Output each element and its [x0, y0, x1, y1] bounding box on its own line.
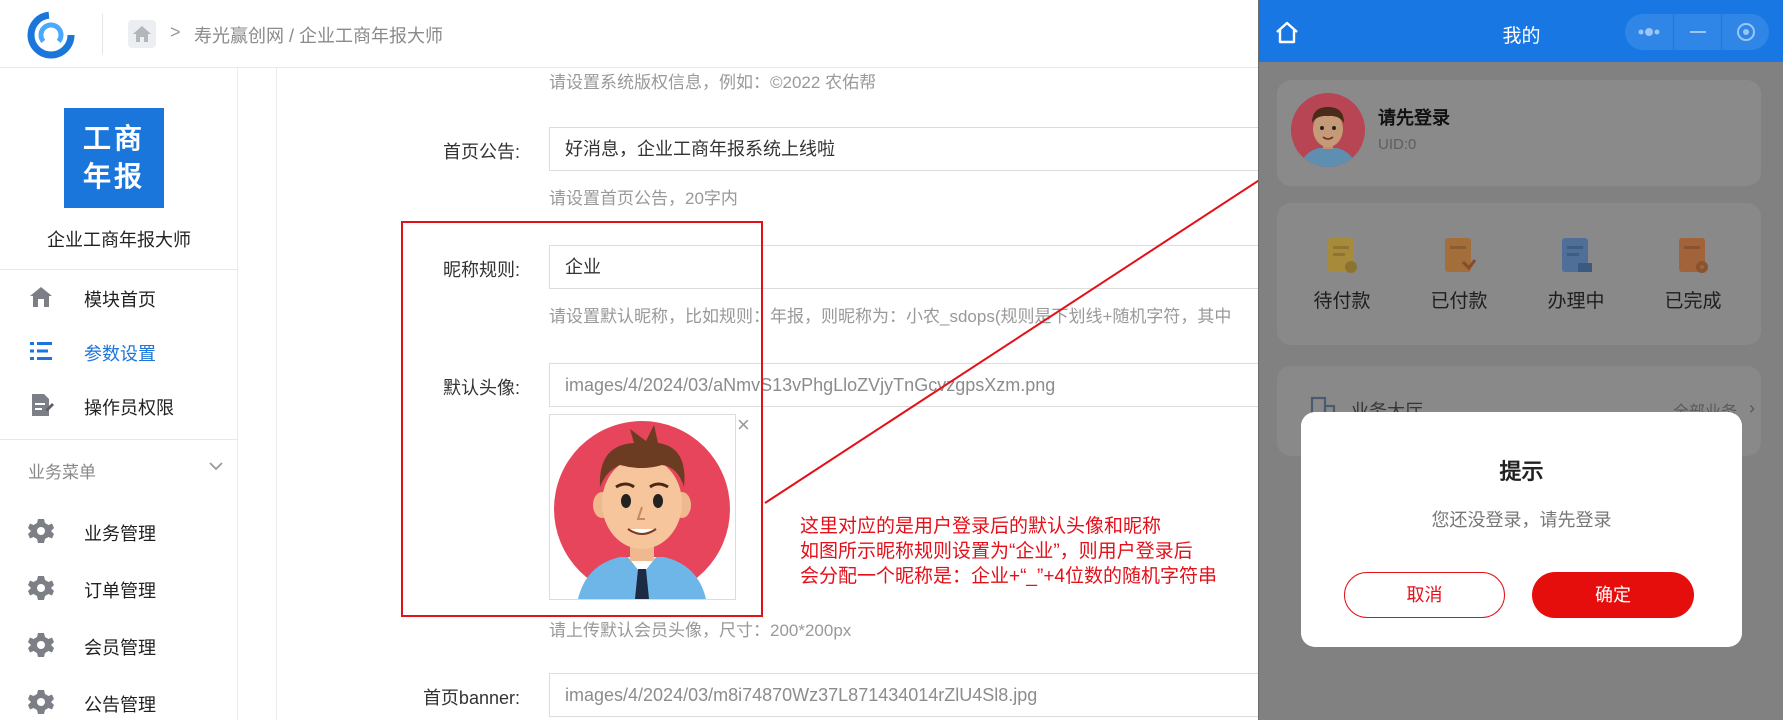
sidebar-item-label: 会员管理	[84, 638, 156, 658]
list-settings-icon	[30, 342, 52, 360]
notice-input[interactable]: 好消息，企业工商年报系统上线啦	[549, 127, 1269, 171]
order-pending-payment[interactable]: 待付款	[1294, 232, 1390, 322]
header-divider	[102, 14, 103, 54]
brand-tile-line-2: 年报	[82, 160, 145, 193]
sidebar-item-label: 模块首页	[84, 290, 156, 310]
sidebar-item-member-management[interactable]: 会员管理	[0, 618, 238, 672]
mobile-preview: 我的 请先登录 UID:0 待付款 已付款 办理中 已完成 业务大厅 › 提示 …	[1258, 0, 1783, 720]
more-button[interactable]	[1625, 14, 1673, 50]
breadcrumb-home-button[interactable]	[128, 20, 156, 48]
order-completed[interactable]: 已完成	[1645, 232, 1741, 322]
mini-program-capsule	[1625, 14, 1769, 50]
sidebar-item-label: 参数设置	[84, 344, 156, 364]
confirm-button[interactable]: 确定	[1532, 572, 1694, 618]
breadcrumb-chevron: >	[170, 22, 181, 42]
order-pending-label: 待付款	[1313, 291, 1371, 312]
annotation-line-3: 会分配一个昵称是：企业+“_”+4位数的随机字符串	[800, 566, 1217, 587]
chevron-right-icon: ›	[1749, 398, 1755, 418]
user-uid: UID:0	[1378, 136, 1417, 153]
avatar-size-hint: 请上传默认会员头像，尺寸：200*200px	[549, 621, 852, 640]
user-avatar[interactable]	[1291, 93, 1365, 167]
sidebar-item-business-management[interactable]: 业务管理	[0, 504, 238, 558]
processing-icon	[1562, 238, 1592, 272]
minimize-button[interactable]	[1673, 14, 1721, 50]
order-processing-label: 办理中	[1547, 291, 1605, 312]
content-panel-edge	[276, 68, 277, 720]
minus-icon	[1690, 31, 1706, 33]
login-prompt-name[interactable]: 请先登录	[1378, 104, 1450, 130]
annotation-line-1: 这里对应的是用户登录后的默认头像和昵称	[800, 516, 1162, 537]
login-prompt-dialog: 提示 您还没登录，请先登录 取消 确定	[1301, 412, 1742, 647]
breadcrumb[interactable]: 寿光赢创网 / 企业工商年报大师	[194, 22, 443, 48]
notice-hint: 请设置首页公告，20字内	[549, 189, 738, 208]
annotation-highlight-box	[401, 221, 763, 617]
annotation-note: 这里对应的是用户登录后的默认头像和昵称 如图所示昵称规则设置为“企业”，则用户登…	[800, 514, 1217, 589]
swirl-logo-icon[interactable]	[24, 8, 78, 62]
home-icon	[30, 287, 52, 307]
cancel-button[interactable]: 取消	[1344, 572, 1505, 618]
brand-tile-line-1: 工商	[82, 122, 145, 155]
gear-icon	[28, 690, 54, 714]
sidebar: 工商 年报 企业工商年报大师 模块首页 参数设置 操作员权限 业务菜单 业务管理…	[0, 68, 238, 720]
sidebar-item-module-home[interactable]: 模块首页	[0, 270, 238, 324]
paid-icon	[1445, 238, 1477, 272]
sidebar-item-order-management[interactable]: 订单管理	[0, 561, 238, 615]
banner-label: 首页banner:	[422, 688, 520, 708]
mobile-title-bar: 我的	[1259, 0, 1783, 62]
sidebar-item-label: 订单管理	[84, 581, 156, 601]
dialog-title: 提示	[1499, 459, 1544, 484]
sidebar-item-notice-management[interactable]: 公告管理	[0, 675, 238, 720]
user-avatar-image	[1299, 107, 1357, 167]
sidebar-item-label: 操作员权限	[84, 398, 174, 418]
target-close-icon	[1737, 23, 1755, 41]
notice-label: 首页公告:	[442, 142, 520, 162]
gear-icon	[28, 576, 54, 600]
dialog-message: 您还没登录，请先登录	[1431, 510, 1612, 530]
document-edit-icon	[32, 394, 54, 416]
brand-logo-tile: 工商 年报	[64, 108, 164, 208]
sidebar-item-label: 公告管理	[84, 695, 156, 715]
order-paid[interactable]: 已付款	[1411, 232, 1507, 322]
wallet-icon	[1328, 238, 1357, 273]
brand-name: 企业工商年报大师	[47, 230, 191, 250]
chevron-down-icon	[209, 462, 223, 471]
copyright-hint: 请设置系统版权信息，例如：©2022 农佑帮	[549, 73, 877, 92]
business-menu-header[interactable]: 业务菜单	[0, 440, 238, 496]
order-processing[interactable]: 办理中	[1528, 232, 1624, 322]
sidebar-item-settings[interactable]: 参数设置	[0, 324, 238, 378]
completed-icon	[1679, 238, 1708, 273]
close-button[interactable]	[1721, 14, 1769, 50]
order-completed-label: 已完成	[1664, 291, 1722, 312]
gear-icon	[28, 519, 54, 543]
sidebar-item-operator-permissions[interactable]: 操作员权限	[0, 378, 238, 432]
home-icon	[133, 26, 151, 42]
order-paid-label: 已付款	[1430, 291, 1488, 312]
sidebar-item-label: 业务管理	[84, 524, 156, 544]
more-dots-icon	[1638, 28, 1660, 36]
annotation-line-2: 如图所示昵称规则设置为“企业”，则用户登录后	[800, 541, 1193, 562]
gear-icon	[28, 633, 54, 657]
banner-path-input[interactable]: images/4/2024/03/m8i74870Wz37L871434014r…	[549, 673, 1269, 717]
section-label: 业务菜单	[28, 463, 96, 482]
